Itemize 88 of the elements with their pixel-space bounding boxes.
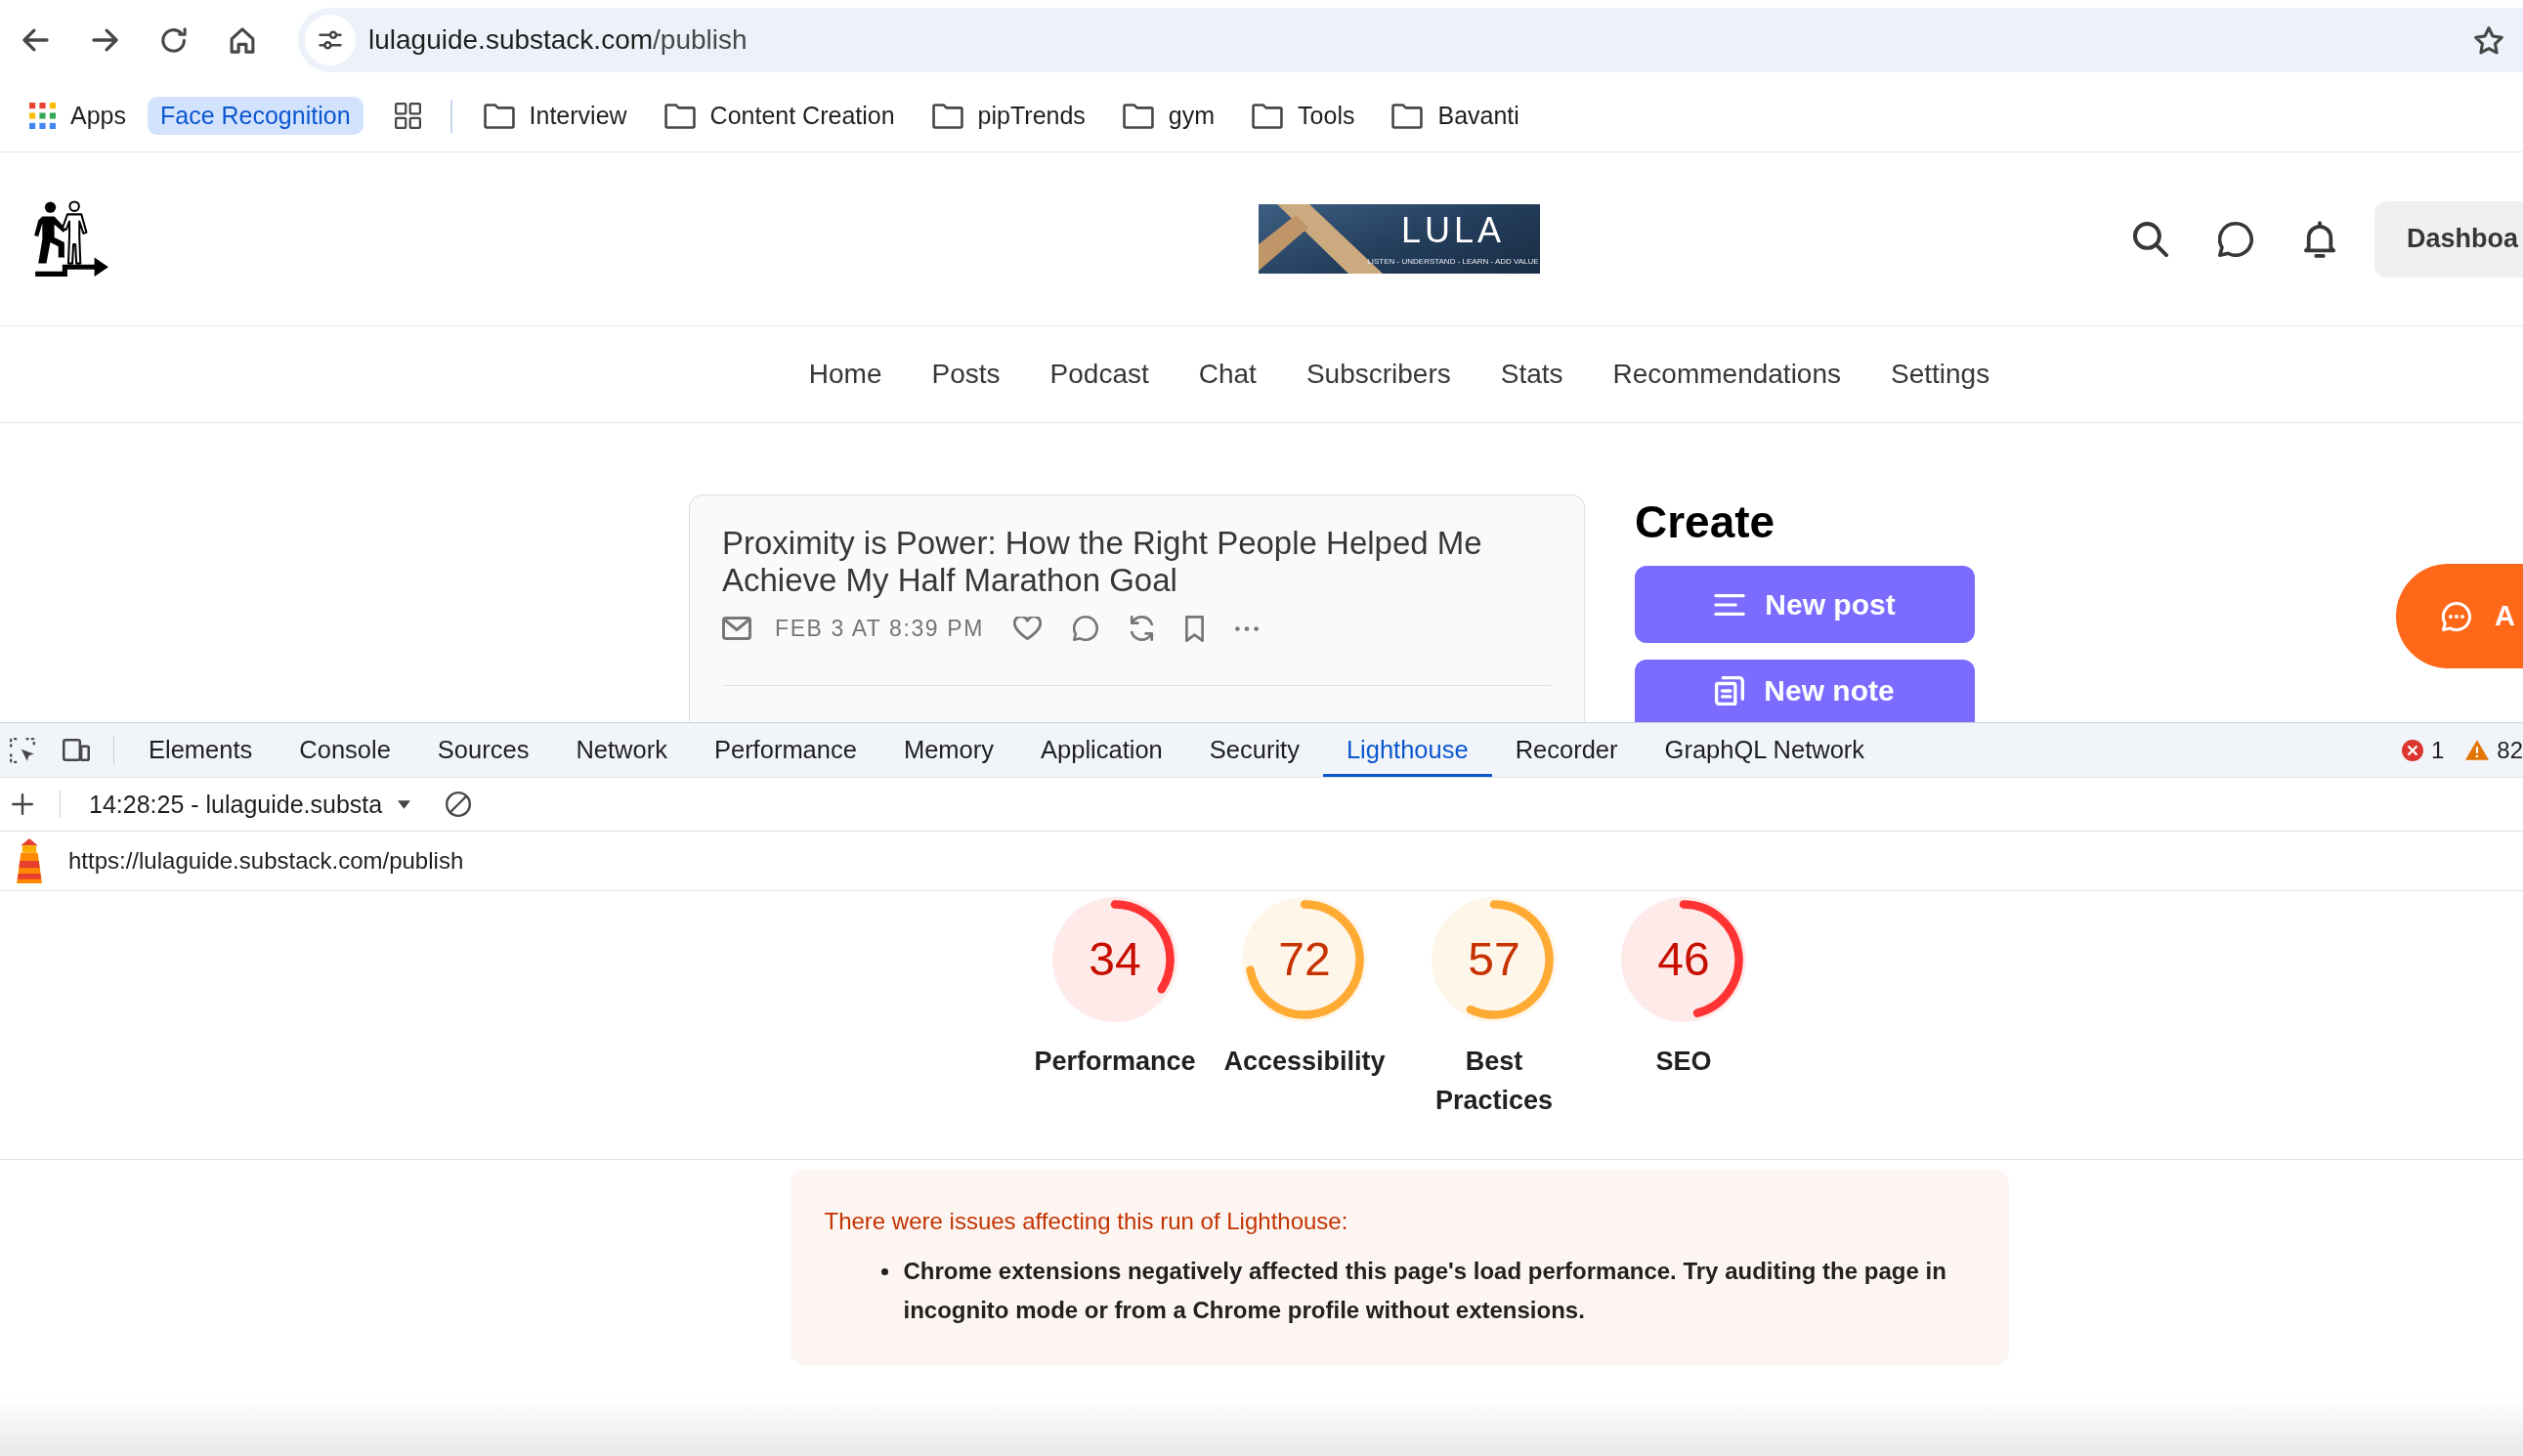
devtools-tab[interactable]: Recorder [1491,723,1642,777]
devtools-tab[interactable]: Performance [690,723,880,777]
more-icon[interactable] [1234,625,1259,631]
folder-icon [1122,103,1154,129]
site-info-button[interactable] [305,15,356,65]
bookmark-icon[interactable] [1184,615,1204,642]
banner-title: LULA [1400,211,1506,249]
warning-item: Chrome extensions negatively affected this page's load performance. Try auditing the page in incognito mode or from a Chrome profile without extensions. [903,1257,1947,1325]
notes-icon [1715,676,1745,706]
url-text[interactable]: lulaguide.substack.com/publish [368,24,748,56]
bullet-icon [880,1268,888,1275]
chat-dots-icon [2442,601,2471,631]
back-arrow-icon[interactable] [22,28,49,52]
nav-link[interactable]: Posts [931,359,1001,390]
bookmark-folder[interactable]: Bavanti [1391,102,1519,130]
circular-arrows-icon[interactable] [1129,616,1154,641]
caret-icon [398,799,411,809]
post-date: FEB 3 AT 8:39 PM [775,615,984,642]
new-note-button[interactable]: New note [1635,660,1975,722]
score-value: 34 [1089,934,1141,985]
score-label: Performance [1034,1046,1196,1078]
devtools-tab[interactable]: Security [1185,723,1323,777]
comment-icon[interactable] [1072,616,1098,641]
bookmark-folder[interactable]: Interview [483,102,627,130]
apps-shortcut[interactable]: Apps [29,102,126,130]
nav-link[interactable]: Podcast [1049,359,1149,390]
bookmark-folder[interactable]: Tools [1252,102,1355,130]
dashboard-button[interactable]: Dashboa [2373,200,2523,278]
bookmark-folder[interactable]: gym [1122,102,1216,130]
cursor-select-icon[interactable] [10,737,35,763]
warning-icon [2465,740,2490,760]
folder-icon [1391,103,1424,129]
score-label: Accessibility [1223,1046,1386,1078]
warning-title: There were issues affecting this run of Lighthouse: [824,1207,1349,1236]
score-value: 72 [1278,934,1331,985]
score-value: 46 [1657,934,1710,985]
report-url[interactable]: https://lulaguide.substack.com/publish [68,847,464,875]
star-icon[interactable] [2474,25,2503,55]
error-count: 1 [2430,736,2445,764]
devtools-tab[interactable]: Application [1017,723,1186,777]
nav-link[interactable]: Settings [1891,359,1990,390]
devtools-tab[interactable]: Memory [879,723,1017,777]
nav-link[interactable]: Recommendations [1612,359,1841,390]
score-label: Best Practices [1434,1046,1554,1117]
folder-icon [663,103,696,129]
logo-banner[interactable]: LULA LISTEN - UNDERSTAND - LEARN - ADD VALUE [1259,204,1540,274]
heart-icon[interactable] [1012,617,1042,640]
nav-link[interactable]: Chat [1198,359,1257,390]
create-heading: Create [1635,495,1776,549]
folder-icon [931,103,963,129]
plus-icon[interactable] [12,793,33,815]
devtools-tab[interactable]: Lighthouse [1322,723,1492,777]
home-icon[interactable] [230,26,255,54]
new-post-button[interactable]: New post [1635,566,1975,643]
devtools-tab[interactable]: Network [552,723,691,777]
circle-slash-icon[interactable] [446,792,472,817]
address-bar[interactable]: lulaguide.substack.com/publish [298,8,2523,72]
folder-icon [483,103,515,129]
chat-bubble-icon[interactable] [2217,221,2253,257]
nav-link[interactable]: Stats [1500,359,1563,390]
grid-icon[interactable] [394,103,421,129]
bell-icon[interactable] [2303,220,2335,258]
error-icon [2401,739,2423,761]
lighthouse-icon [16,838,43,883]
bookmark-folder[interactable]: pipTrends [931,102,1086,130]
score-label: SEO [1655,1046,1712,1078]
reload-icon[interactable] [161,27,187,53]
warning-count: 82 [2497,736,2523,764]
score-value: 57 [1468,934,1520,985]
lines-icon [1714,593,1746,616]
nav-link[interactable]: Home [808,359,882,390]
devices-icon[interactable] [63,739,90,761]
envelope-icon [722,617,751,640]
banner-tagline: LISTEN - UNDERSTAND - LEARN - ADD VALUE [1367,256,1539,267]
post-title[interactable]: Proximity is Power: How the Right People Helped Me Achieve My Half Marathon Goal [722,525,1552,599]
search-icon[interactable] [2132,221,2168,257]
apps-grid-icon [29,103,56,129]
forward-arrow-icon[interactable] [92,28,118,52]
devtools-tab[interactable]: Elements [125,723,277,777]
tab-group-chip[interactable]: Face Recognition [148,97,363,135]
bookmark-folder[interactable]: Content Creation [663,102,895,130]
nav-link[interactable]: Subscribers [1305,359,1451,390]
sliders-icon [319,30,342,50]
folder-icon [1252,103,1284,129]
devtools-tab[interactable]: GraphQL Network [1641,723,1889,777]
report-dropdown[interactable]: 14:28:25 - lulaguide.substa [89,790,411,819]
devtools-tab[interactable]: Console [276,723,414,777]
devtools-tab[interactable]: Sources [413,723,553,777]
